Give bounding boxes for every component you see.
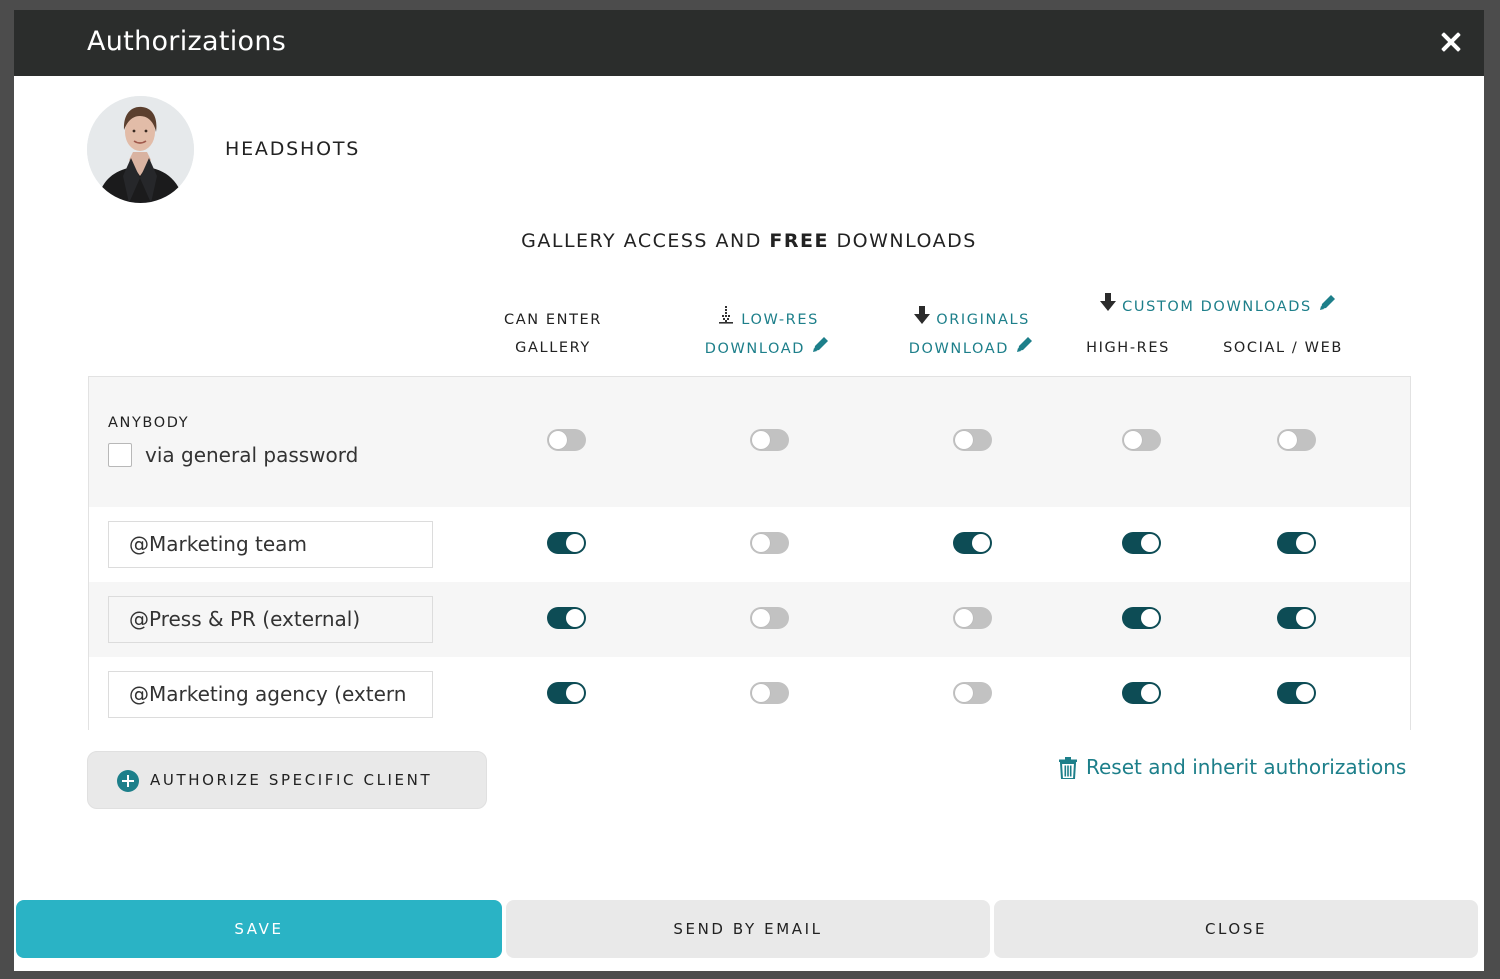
- column-can-enter-gallery: CAN ENTER GALLERY: [473, 306, 633, 362]
- close-button[interactable]: CLOSE: [994, 900, 1478, 958]
- table-row-client: @Marketing agency (extern: [89, 657, 1410, 730]
- edit-pencil-icon[interactable]: [811, 334, 831, 364]
- toggle-client-originals[interactable]: [953, 682, 992, 704]
- client-name-field[interactable]: @Marketing team: [108, 521, 433, 568]
- table-row-anybody: ANYBODY via general password: [89, 377, 1410, 507]
- column-label-line: CAN ENTER: [503, 312, 602, 328]
- toggle-client-can-enter[interactable]: [547, 532, 586, 554]
- authorize-client-button[interactable]: AUTHORIZE SPECIFIC CLIENT: [87, 751, 487, 809]
- edit-pencil-icon[interactable]: [1318, 292, 1338, 322]
- reset-authorizations-label: Reset and inherit authorizations: [1086, 755, 1407, 779]
- toggle-client-originals[interactable]: [953, 607, 992, 629]
- toggle-knob: [955, 609, 973, 627]
- authorize-client-label: AUTHORIZE SPECIFIC CLIENT: [150, 771, 433, 789]
- toggle-client-highres[interactable]: [1122, 682, 1161, 704]
- toggle-client-originals[interactable]: [953, 532, 992, 554]
- dialog-header: Authorizations: [14, 10, 1484, 76]
- save-button[interactable]: SAVE: [16, 900, 502, 958]
- toggle-anybody-highres[interactable]: [1122, 429, 1161, 451]
- toggle-knob: [752, 609, 770, 627]
- toggle-client-highres[interactable]: [1122, 532, 1161, 554]
- toggle-anybody-can-enter[interactable]: [547, 429, 586, 451]
- column-highres: HIGH-RES: [1086, 340, 1170, 356]
- toggle-knob: [1141, 534, 1159, 552]
- toggle-knob: [752, 684, 770, 702]
- section-title-emphasis: FREE: [769, 230, 829, 252]
- toggle-knob: [1141, 609, 1159, 627]
- toggle-anybody-lowres[interactable]: [750, 429, 789, 451]
- column-label-line: ORIGINALS: [936, 312, 1030, 328]
- toggle-knob: [1296, 684, 1314, 702]
- edit-pencil-icon[interactable]: [1015, 334, 1035, 364]
- toggle-knob: [752, 534, 770, 552]
- toggle-client-lowres[interactable]: [750, 607, 789, 629]
- column-lowres-download[interactable]: LOW-RES DOWNLOAD: [668, 306, 868, 364]
- toggle-client-social[interactable]: [1277, 607, 1316, 629]
- toggle-knob: [566, 684, 584, 702]
- toggle-knob: [955, 431, 973, 449]
- toggle-knob: [1279, 431, 1297, 449]
- toggle-knob: [1296, 609, 1314, 627]
- table-row-client: @Press & PR (external): [89, 582, 1410, 657]
- plus-circle-icon: [117, 770, 139, 792]
- download-arrow-icon: [914, 306, 931, 334]
- table-row-client: @Marketing team: [89, 507, 1410, 582]
- toggle-knob: [955, 684, 973, 702]
- toggle-knob: [972, 534, 990, 552]
- toggle-client-lowres[interactable]: [750, 532, 789, 554]
- toggle-client-lowres[interactable]: [750, 682, 789, 704]
- toggle-knob: [549, 431, 567, 449]
- toggle-client-can-enter[interactable]: [547, 682, 586, 704]
- column-originals-download[interactable]: ORIGINALS DOWNLOAD: [872, 306, 1072, 364]
- column-label-line: GALLERY: [515, 340, 591, 356]
- send-by-email-button[interactable]: SEND BY EMAIL: [506, 900, 990, 958]
- section-title-prefix: GALLERY ACCESS AND: [521, 230, 770, 252]
- trash-icon: [1059, 757, 1077, 784]
- dialog-title: Authorizations: [87, 26, 287, 57]
- column-label-line: LOW-RES: [741, 312, 819, 328]
- toggle-client-highres[interactable]: [1122, 607, 1161, 629]
- lowres-download-icon: [717, 306, 735, 334]
- column-custom-downloads[interactable]: CUSTOM DOWNLOADS: [1074, 292, 1364, 322]
- section-title-suffix: DOWNLOADS: [829, 230, 977, 252]
- general-password-label: via general password: [145, 443, 359, 467]
- client-name-field[interactable]: @Press & PR (external): [108, 596, 433, 643]
- toggle-client-social[interactable]: [1277, 532, 1316, 554]
- column-social-web: SOCIAL / WEB: [1223, 340, 1343, 356]
- toggle-client-can-enter[interactable]: [547, 607, 586, 629]
- toggle-knob: [1141, 684, 1159, 702]
- column-label-line: CUSTOM DOWNLOADS: [1122, 299, 1312, 315]
- toggle-knob: [1124, 431, 1142, 449]
- column-label-line: DOWNLOAD: [704, 341, 806, 357]
- toggle-knob: [1296, 534, 1314, 552]
- anybody-label: ANYBODY: [108, 415, 190, 431]
- authorizations-dialog: Authorizations HEADSHOTS GALLERY ACCESS …: [14, 10, 1484, 971]
- toggle-anybody-social[interactable]: [1277, 429, 1316, 451]
- gallery-name: HEADSHOTS: [225, 138, 361, 160]
- authorization-table: ANYBODY via general password @Marketing …: [88, 376, 1411, 730]
- toggle-knob: [566, 609, 584, 627]
- toggle-knob: [566, 534, 584, 552]
- close-icon[interactable]: [1438, 29, 1464, 55]
- toggle-client-social[interactable]: [1277, 682, 1316, 704]
- gallery-avatar: [87, 96, 194, 203]
- client-name-field[interactable]: @Marketing agency (extern: [108, 671, 433, 718]
- general-password-checkbox[interactable]: [108, 443, 132, 467]
- download-arrow-icon: [1099, 293, 1116, 321]
- toggle-anybody-originals[interactable]: [953, 429, 992, 451]
- toggle-knob: [752, 431, 770, 449]
- section-title: GALLERY ACCESS AND FREE DOWNLOADS: [14, 230, 1484, 252]
- column-label-line: DOWNLOAD: [908, 341, 1010, 357]
